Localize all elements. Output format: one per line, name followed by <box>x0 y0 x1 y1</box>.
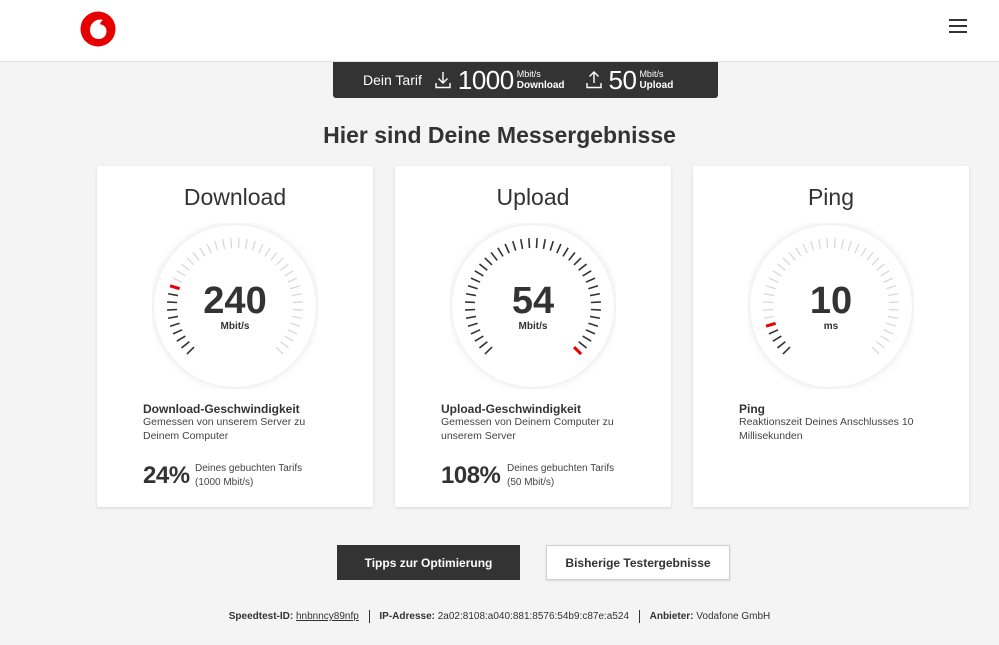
gauge-tick <box>230 238 233 249</box>
ip-address-label: IP-Adresse: <box>379 611 435 623</box>
tariff-download-unit: Mbit/s <box>516 69 541 79</box>
download-percent-text-line1: Deines gebuchten Tarifs <box>195 463 303 474</box>
tariff-download-value: 1000 <box>457 64 514 95</box>
footer-info: Speedtest-ID: hnbnncy89nfp IP-Adresse: 2… <box>0 610 999 623</box>
gauge-tick <box>237 238 240 249</box>
tariff-upload-meta: Mbit/s Upload <box>639 69 673 91</box>
ping-card-title: Ping <box>807 184 855 210</box>
tariff-upload-kind: Upload <box>639 80 674 91</box>
upload-card: Upload 54 Mbit/s Upload-Geschwindigkeit … <box>395 166 671 507</box>
footer-separator <box>638 610 640 623</box>
upload-percent-text: Deines gebuchten Tarifs (50 Mbit/s) <box>507 462 614 490</box>
upload-value: 54 <box>511 280 555 322</box>
provider-label: Anbieter: <box>649 611 694 623</box>
speedtest-id-label: Speedtest-ID: <box>228 611 294 623</box>
upload-card-title: Upload <box>496 184 570 210</box>
download-percent: 24% <box>143 462 190 489</box>
tariff-download-meta: Mbit/s Download <box>517 69 565 91</box>
ip-address-value: 2a02:8108:a040:881:8576:54b9:c87e:a524 <box>437 611 630 623</box>
download-heading: Download-Geschwindigkeit <box>143 402 300 416</box>
optimization-tips-button[interactable]: Tipps zur Optimierung <box>337 545 520 580</box>
download-icon <box>435 72 451 89</box>
upload-unit: Mbit/s <box>518 321 548 332</box>
page-title: Hier sind Deine Messergebnisse <box>323 122 676 148</box>
gauge-tick <box>528 238 531 249</box>
speedtest-id-link[interactable]: hnbnncy89nfp <box>296 611 359 622</box>
provider-value: Vodafone GmbH <box>696 611 771 623</box>
upload-description: Gemessen von Deinem Computer zu unserem … <box>441 416 614 442</box>
vodafone-logo[interactable] <box>80 11 116 47</box>
gauge-tick <box>535 238 538 249</box>
footer-separator <box>368 610 370 623</box>
ping-description: Reaktionszeit Deines Anschlusses 10 Mill… <box>739 416 914 442</box>
ping-heading: Ping <box>739 402 765 416</box>
tariff-bar: Dein Tarif 1000 Mbit/s Download 50 Mbit/… <box>333 62 718 98</box>
previous-results-button[interactable]: Bisherige Testergebnisse <box>546 545 730 580</box>
upload-heading: Upload-Geschwindigkeit <box>441 402 582 416</box>
tariff-upload-unit: Mbit/s <box>639 69 664 79</box>
download-percent-text-line2: (1000 Mbit/s) <box>195 477 254 488</box>
download-description: Gemessen von unserem Server zu Deinem Co… <box>143 416 306 442</box>
hamburger-menu-icon[interactable] <box>944 15 972 41</box>
gauge-tick <box>833 238 836 249</box>
site-header <box>0 0 999 62</box>
upload-percent-text-line2: (50 Mbit/s) <box>507 477 555 488</box>
tariff-download-kind: Download <box>516 80 565 91</box>
upload-icon <box>585 71 602 89</box>
upload-percent: 108% <box>441 462 501 489</box>
upload-percent-text-line1: Deines gebuchten Tarifs <box>507 463 615 474</box>
ping-value: 10 <box>809 280 853 322</box>
ping-unit: ms <box>823 321 839 332</box>
gauge-tick <box>826 238 829 249</box>
download-card: Download 240 Mbit/s Download-Geschwindig… <box>97 166 373 507</box>
tariff-upload-value: 50 <box>608 64 637 95</box>
download-percent-text: Deines gebuchten Tarifs (1000 Mbit/s) <box>195 462 302 490</box>
ping-card: Ping 10 ms Ping Reaktionszeit Deines Ans… <box>693 166 969 507</box>
download-card-title: Download <box>183 184 287 210</box>
download-value: 240 <box>203 280 267 322</box>
tariff-label: Dein Tarif <box>363 72 422 88</box>
download-unit: Mbit/s <box>220 321 250 332</box>
